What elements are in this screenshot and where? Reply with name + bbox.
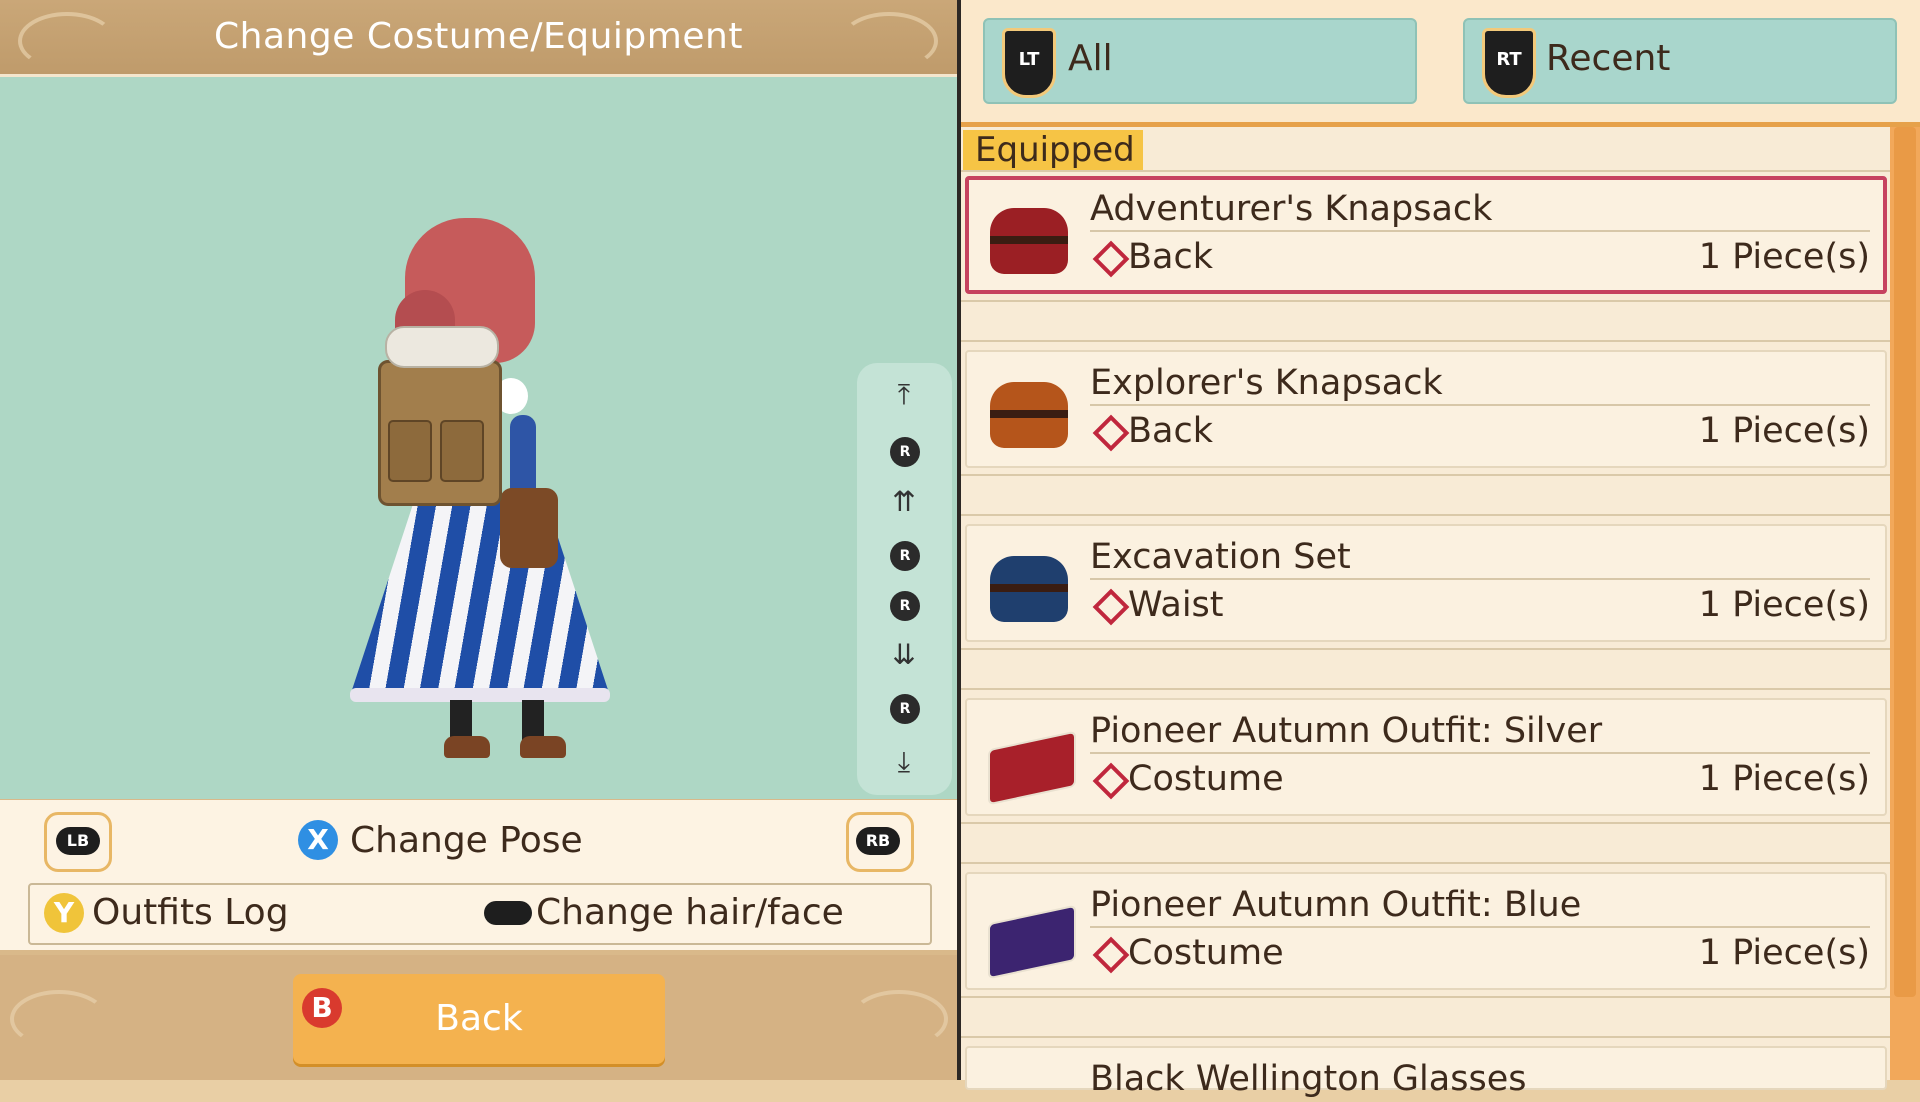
character-skirt-frill — [350, 688, 610, 702]
divider — [961, 1036, 1890, 1038]
rstick-left-icon[interactable]: R — [890, 541, 920, 571]
item-name: Pioneer Autumn Outfit: Silver — [1090, 711, 1603, 751]
item-quantity: 1 Piece(s) — [1698, 933, 1870, 973]
strap-icon — [990, 236, 1068, 244]
outfits-log-button[interactable]: Outfits Log — [92, 886, 289, 940]
tab-all-label: All — [1068, 38, 1113, 79]
divider — [961, 862, 1890, 864]
character-boot — [520, 736, 566, 758]
item-slot: Back — [1128, 411, 1213, 451]
character-boot — [444, 736, 490, 758]
item-quantity: 1 Piece(s) — [1698, 237, 1870, 277]
change-pose-button[interactable]: Change Pose — [350, 816, 583, 866]
x-button-icon: X — [298, 820, 338, 860]
lt-icon: LT — [1002, 28, 1056, 98]
item-slot: Costume — [1128, 933, 1284, 973]
divider — [961, 474, 1890, 476]
ornament-icon — [10, 990, 108, 1048]
camera-controls — [857, 363, 952, 795]
item-slot: Costume — [1128, 759, 1284, 799]
tab-recent-label: Recent — [1546, 38, 1671, 79]
divider — [961, 340, 1890, 342]
rstick-up-icon[interactable]: R — [890, 437, 920, 467]
zoom-max-icon[interactable]: ⤒ — [884, 375, 924, 415]
scroll-thumb[interactable] — [1894, 127, 1916, 997]
rstick-right-icon[interactable]: R — [890, 591, 920, 621]
rb-icon: RB — [856, 827, 900, 855]
back-label: Back — [435, 998, 523, 1039]
strap-icon — [990, 410, 1068, 418]
divider — [1090, 404, 1870, 406]
divider — [1090, 578, 1870, 580]
change-hair-face-button[interactable]: Change hair/face — [536, 886, 844, 940]
item-name: Black Wellington Glasses — [1090, 1059, 1527, 1099]
menu-button-icon — [484, 901, 532, 925]
zoom-in-icon[interactable]: ⇈ — [884, 482, 924, 522]
strap-icon — [990, 584, 1068, 592]
item-name: Pioneer Autumn Outfit: Blue — [1090, 885, 1582, 925]
item-slot: Waist — [1128, 585, 1224, 625]
divider — [1090, 752, 1870, 754]
divider — [961, 514, 1890, 516]
ornament-icon — [850, 990, 948, 1048]
divider — [961, 688, 1890, 690]
character-pouch — [500, 488, 558, 568]
backpack-pocket — [440, 420, 484, 482]
item-quantity: 1 Piece(s) — [1698, 585, 1870, 625]
y-button-icon: Y — [44, 893, 84, 933]
divider — [961, 648, 1890, 650]
bedroll — [385, 326, 499, 368]
item-slot: Back — [1128, 237, 1213, 277]
lb-icon: LB — [56, 827, 100, 855]
divider — [961, 170, 1890, 172]
divider — [1090, 230, 1870, 232]
item-name: Explorer's Knapsack — [1090, 363, 1443, 403]
page-title: Change Costume/Equipment — [214, 16, 743, 57]
item-name: Adventurer's Knapsack — [1090, 189, 1493, 229]
section-label: Equipped — [975, 130, 1135, 170]
item-quantity: 1 Piece(s) — [1698, 411, 1870, 451]
divider — [961, 822, 1890, 824]
backpack-pocket — [388, 420, 432, 482]
divider — [1090, 926, 1870, 928]
divider — [961, 300, 1890, 302]
zoom-min-icon[interactable]: ⤓ — [884, 742, 924, 782]
rt-icon: RT — [1482, 28, 1536, 98]
zoom-out-icon[interactable]: ⇊ — [884, 635, 924, 675]
rstick-down-icon[interactable]: R — [890, 694, 920, 724]
item-name: Excavation Set — [1090, 537, 1351, 577]
item-quantity: 1 Piece(s) — [1698, 759, 1870, 799]
divider — [961, 996, 1890, 998]
